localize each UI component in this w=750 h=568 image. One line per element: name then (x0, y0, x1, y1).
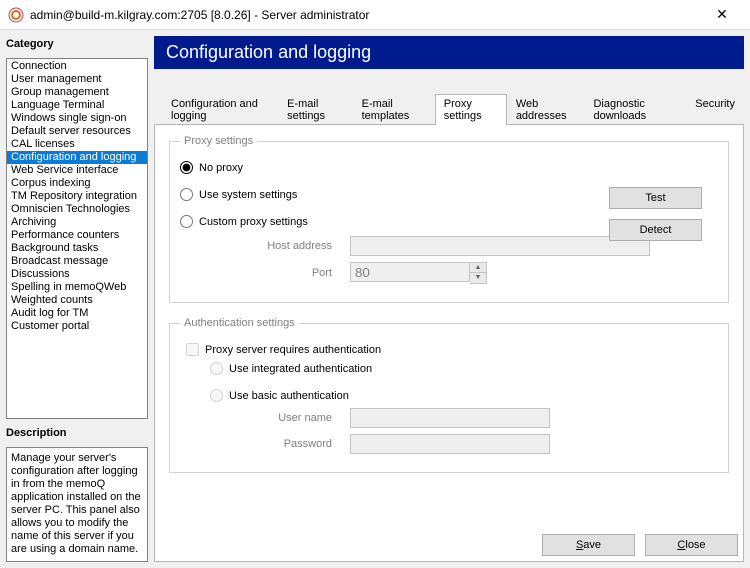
proxy-settings-group: Proxy settings Test Detect No proxy Use … (169, 135, 729, 303)
sidebar-item[interactable]: Connection (7, 60, 147, 73)
sidebar-item[interactable]: Discussions (7, 268, 147, 281)
window-title: admin@build-m.kilgray.com:2705 [8.0.26] … (30, 8, 369, 22)
password-input[interactable] (350, 434, 550, 454)
save-button[interactable]: Save (542, 534, 635, 556)
port-spin-down[interactable]: ▼ (470, 273, 486, 283)
tab[interactable]: Configuration and logging (162, 94, 278, 125)
password-label: Password (200, 438, 350, 450)
host-address-input[interactable] (350, 236, 650, 256)
description-text: Manage your server's configuration after… (6, 447, 148, 562)
sidebar-item[interactable]: Windows single sign-on (7, 112, 147, 125)
username-label: User name (200, 412, 350, 424)
username-input[interactable] (350, 408, 550, 428)
description-heading: Description (6, 425, 148, 441)
detect-button[interactable]: Detect (609, 219, 702, 241)
sidebar-item[interactable]: Customer portal (7, 320, 147, 333)
sidebar-item[interactable]: Archiving (7, 216, 147, 229)
tab[interactable]: Diagnostic downloads (584, 94, 686, 125)
tab[interactable]: E-mail settings (278, 94, 352, 125)
use-system-label: Use system settings (199, 189, 297, 201)
sidebar-item[interactable]: Configuration and logging (7, 151, 147, 164)
basic-auth-label: Use basic authentication (229, 390, 349, 402)
window-titlebar: admin@build-m.kilgray.com:2705 [8.0.26] … (0, 0, 750, 30)
sidebar-item[interactable]: User management (7, 73, 147, 86)
custom-proxy-label: Custom proxy settings (199, 216, 308, 228)
sidebar-item[interactable]: TM Repository integration (7, 190, 147, 203)
sidebar-item[interactable]: Weighted counts (7, 294, 147, 307)
no-proxy-label: No proxy (199, 162, 243, 174)
use-system-radio[interactable] (180, 188, 193, 201)
category-list[interactable]: ConnectionUser managementGroup managemen… (6, 58, 148, 419)
port-spinner[interactable]: ▲ ▼ (350, 262, 487, 284)
sidebar-item[interactable]: Corpus indexing (7, 177, 147, 190)
authentication-legend: Authentication settings (180, 317, 299, 329)
requires-auth-label: Proxy server requires authentication (205, 344, 381, 356)
sidebar-item[interactable]: Web Service interface (7, 164, 147, 177)
category-heading: Category (6, 36, 148, 52)
app-icon (8, 7, 24, 23)
tab[interactable]: Proxy settings (435, 94, 507, 125)
sidebar-item[interactable]: Omniscien Technologies (7, 203, 147, 216)
port-label: Port (200, 267, 350, 279)
host-address-label: Host address (200, 240, 350, 252)
sidebar-item[interactable]: Group management (7, 86, 147, 99)
tab[interactable]: Security (686, 94, 744, 125)
tab[interactable]: Web addresses (507, 94, 585, 125)
basic-auth-radio[interactable] (210, 389, 223, 402)
tabs-row: Configuration and loggingE-mail settings… (154, 93, 744, 125)
page-title: Configuration and logging (154, 36, 744, 69)
window-close-button[interactable]: ✕ (702, 0, 742, 30)
proxy-settings-legend: Proxy settings (180, 135, 257, 147)
test-button[interactable]: Test (609, 187, 702, 209)
tab-pane-proxy: Proxy settings Test Detect No proxy Use … (154, 125, 744, 562)
requires-auth-checkbox[interactable] (186, 343, 199, 356)
sidebar-item[interactable]: Performance counters (7, 229, 147, 242)
sidebar-item[interactable]: Spelling in memoQWeb (7, 281, 147, 294)
port-spin-up[interactable]: ▲ (470, 263, 486, 273)
sidebar-item[interactable]: CAL licenses (7, 138, 147, 151)
sidebar-item[interactable]: Broadcast message (7, 255, 147, 268)
sidebar-item[interactable]: Language Terminal (7, 99, 147, 112)
custom-proxy-radio[interactable] (180, 215, 193, 228)
no-proxy-radio[interactable] (180, 161, 193, 174)
sidebar-item[interactable]: Audit log for TM (7, 307, 147, 320)
integrated-auth-radio[interactable] (210, 362, 223, 375)
sidebar-item[interactable]: Default server resources (7, 125, 147, 138)
tab[interactable]: E-mail templates (353, 94, 435, 125)
close-button[interactable]: Close (645, 534, 738, 556)
port-spin-buttons[interactable]: ▲ ▼ (470, 262, 487, 284)
integrated-auth-label: Use integrated authentication (229, 363, 372, 375)
port-input[interactable] (350, 262, 470, 282)
authentication-settings-group: Authentication settings Proxy server req… (169, 317, 729, 473)
sidebar-item[interactable]: Background tasks (7, 242, 147, 255)
